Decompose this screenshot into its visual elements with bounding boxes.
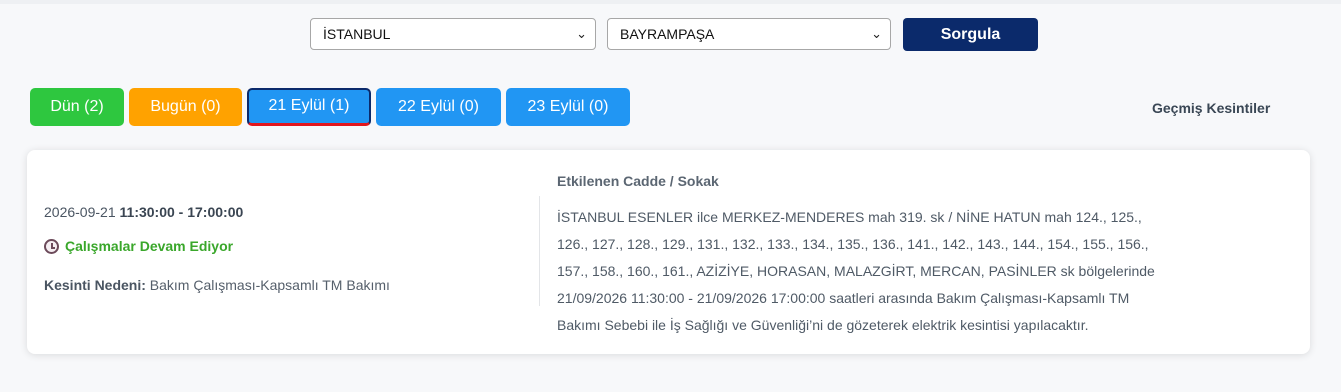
tab-yesterday[interactable]: Dün (2): [30, 88, 124, 126]
outage-status: Çalışmalar Devam Ediyor: [44, 238, 233, 254]
reason-label: Kesinti Nedeni:: [44, 277, 146, 293]
affected-streets-text: İSTANBUL ESENLER ilce MERKEZ-MENDERES ma…: [557, 209, 1155, 333]
outage-date: 2026-09-21: [44, 204, 116, 220]
query-button[interactable]: Sorgula: [903, 18, 1038, 51]
tab-sep-22[interactable]: 22 Eylül (0): [376, 88, 501, 126]
tab-sep-23[interactable]: 23 Eylül (0): [506, 88, 630, 126]
tab-today[interactable]: Bugün (0): [129, 88, 242, 126]
past-outages-link[interactable]: Geçmiş Kesintiler: [1152, 100, 1270, 116]
outage-reason: Kesinti Nedeni: Bakım Çalışması-Kapsamlı…: [44, 277, 390, 293]
outage-datetime: 2026-09-21 11:30:00 - 17:00:00: [44, 204, 243, 220]
clock-icon: [44, 239, 59, 254]
affected-streets-title: Etkilenen Cadde / Sokak: [557, 173, 719, 189]
status-text: Çalışmalar Devam Ediyor: [65, 238, 234, 254]
outage-time-range: 11:30:00 - 17:00:00: [119, 204, 244, 220]
divider: [539, 196, 540, 306]
outage-card: 2026-09-21 11:30:00 - 17:00:00 Çalışmala…: [27, 150, 1310, 354]
reason-value: Bakım Çalışması-Kapsamlı TM Bakımı: [149, 277, 390, 293]
district-select-value: BAYRAMPAŞA: [620, 26, 715, 42]
tab-sep-21[interactable]: 21 Eylül (1): [247, 88, 371, 126]
district-select[interactable]: BAYRAMPAŞA ⌄: [607, 18, 891, 50]
top-border: [0, 0, 1341, 4]
city-select-value: İSTANBUL: [323, 26, 391, 42]
chevron-down-icon: ⌄: [871, 26, 882, 41]
city-select[interactable]: İSTANBUL ⌄: [310, 18, 596, 50]
chevron-down-icon: ⌄: [576, 26, 587, 41]
